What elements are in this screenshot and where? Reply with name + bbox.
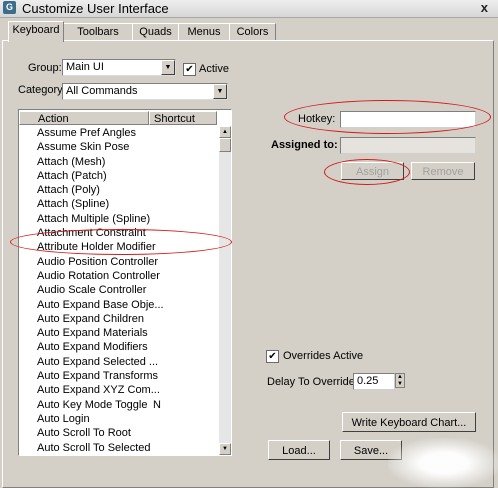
- delay-to-override-label: Delay To Override:: [267, 376, 358, 388]
- action-name: Auto Expand Base Obje...: [37, 298, 164, 311]
- action-shortcut: N: [153, 398, 161, 411]
- list-item[interactable]: Assume Pref Angles: [19, 126, 217, 140]
- list-item[interactable]: Attach (Spline): [19, 197, 217, 211]
- category-value: All Commands: [66, 85, 138, 97]
- action-name: Attach (Spline): [37, 198, 110, 211]
- list-item[interactable]: Assume Skin Pose: [19, 140, 217, 154]
- write-keyboard-chart-button[interactable]: Write Keyboard Chart...: [342, 412, 476, 432]
- chevron-down-icon[interactable]: ▼: [213, 84, 227, 99]
- action-name: Attribute Holder Modifier: [37, 241, 156, 254]
- assigned-to-label: Assigned to:: [271, 139, 338, 151]
- tab-menus[interactable]: Menus: [178, 23, 230, 41]
- column-header-action[interactable]: Action: [19, 111, 149, 125]
- group-value: Main UI: [66, 61, 104, 73]
- group-label: Group:: [28, 62, 62, 74]
- action-name: Attach Multiple (Spline): [37, 212, 151, 225]
- list-scrollbar[interactable]: ▲ ▼: [219, 126, 231, 455]
- load-button[interactable]: Load...: [268, 440, 330, 460]
- action-name: Auto Scroll To Root: [37, 427, 131, 440]
- spinner-arrows-icon[interactable]: ▲ ▼: [395, 373, 405, 388]
- category-label: Category:: [18, 84, 66, 96]
- category-dropdown[interactable]: All Commands ▼: [62, 83, 228, 100]
- remove-button[interactable]: Remove: [411, 162, 475, 180]
- list-item[interactable]: Auto Expand XYZ Com...: [19, 383, 217, 397]
- action-name: Audio Scale Controller: [37, 284, 147, 297]
- list-item[interactable]: Auto Expand Materials: [19, 326, 217, 340]
- scroll-thumb[interactable]: [219, 138, 231, 152]
- watermark: [388, 438, 498, 488]
- action-name: Auto Expand Selected ...: [37, 355, 159, 368]
- action-name: Attach (Poly): [37, 184, 100, 197]
- action-name: Attach (Patch): [37, 169, 107, 182]
- action-name: Audio Rotation Controller: [37, 269, 160, 282]
- list-item[interactable]: Audio Rotation Controller: [19, 269, 217, 283]
- active-label: Active: [199, 63, 229, 75]
- overrides-active-label: Overrides Active: [283, 350, 364, 362]
- delay-to-override-input[interactable]: 0.25: [353, 373, 395, 390]
- tab-toolbars[interactable]: Toolbars: [63, 23, 133, 41]
- group-dropdown[interactable]: Main UI ▼: [62, 59, 176, 76]
- close-icon[interactable]: x: [481, 0, 488, 15]
- column-header-shortcut[interactable]: Shortcut: [149, 111, 217, 125]
- list-item[interactable]: Auto Expand Children: [19, 312, 217, 326]
- list-item[interactable]: Auto Scroll To Root: [19, 426, 217, 440]
- list-item[interactable]: Attach (Mesh): [19, 155, 217, 169]
- list-item[interactable]: Attach (Patch): [19, 169, 217, 183]
- action-name: Assume Pref Angles: [37, 127, 137, 139]
- list-item[interactable]: Auto Key Mode Toggle N: [19, 398, 217, 412]
- action-name: Auto Expand Materials: [37, 327, 148, 340]
- list-item[interactable]: Attachment Constraint: [19, 226, 217, 240]
- scroll-up-icon[interactable]: ▲: [219, 126, 231, 138]
- list-item[interactable]: Attribute Holder Modifier: [19, 240, 217, 254]
- chevron-down-icon[interactable]: ▼: [161, 60, 175, 75]
- delay-value: 0.25: [357, 375, 379, 387]
- action-name: Auto Login: [37, 412, 90, 425]
- list-item[interactable]: Attach Multiple (Spline): [19, 212, 217, 226]
- list-item[interactable]: Auto Login: [19, 412, 217, 426]
- overrides-active-checkbox[interactable]: ✔: [266, 350, 279, 363]
- action-name: Audio Position Controller: [37, 255, 159, 268]
- list-item[interactable]: Auto Scroll To Selected: [19, 441, 217, 455]
- action-name: Attach (Mesh): [37, 155, 106, 168]
- action-name: Auto Key Mode Toggle: [37, 398, 148, 411]
- hotkey-field[interactable]: [340, 111, 476, 128]
- list-item[interactable]: Audio Scale Controller: [19, 283, 217, 297]
- action-name: Auto Expand Children: [37, 312, 145, 325]
- list-item[interactable]: Auto Expand Selected ...: [19, 355, 217, 369]
- action-list[interactable]: Action Shortcut Assume Pref Angles Assume…: [18, 109, 232, 456]
- active-checkbox[interactable]: ✔: [183, 63, 196, 76]
- action-name: Auto Expand Transforms: [37, 370, 159, 383]
- window-title: Customize User Interface: [22, 1, 169, 16]
- tab-keyboard[interactable]: Keyboard: [8, 21, 64, 42]
- tab-colors[interactable]: Colors: [229, 23, 276, 41]
- action-name: Assume Skin Pose: [37, 141, 130, 154]
- action-name: Attachment Constraint: [37, 227, 146, 240]
- app-logo-icon: G: [3, 1, 16, 14]
- tab-quads[interactable]: Quads: [132, 23, 179, 41]
- assigned-to-field: [340, 137, 476, 154]
- scroll-down-icon[interactable]: ▼: [219, 443, 231, 455]
- list-item[interactable]: Auto Expand Modifiers: [19, 340, 217, 354]
- title-bar: G Customize User Interface x: [0, 0, 498, 18]
- list-item[interactable]: Auto Expand Base Obje...: [19, 298, 217, 312]
- list-item[interactable]: Auto Expand Transforms: [19, 369, 217, 383]
- hotkey-label: Hotkey:: [298, 113, 336, 125]
- action-name: Auto Expand Modifiers: [37, 341, 148, 354]
- list-item[interactable]: Audio Position Controller: [19, 255, 217, 269]
- action-name: Auto Scroll To Selected: [37, 441, 151, 454]
- list-item[interactable]: Attach (Poly): [19, 183, 217, 197]
- action-rows: Assume Pref Angles Assume Skin Pose Attach…: [19, 126, 217, 455]
- assign-button[interactable]: Assign: [341, 162, 404, 180]
- action-name: Auto Expand XYZ Com...: [37, 384, 160, 397]
